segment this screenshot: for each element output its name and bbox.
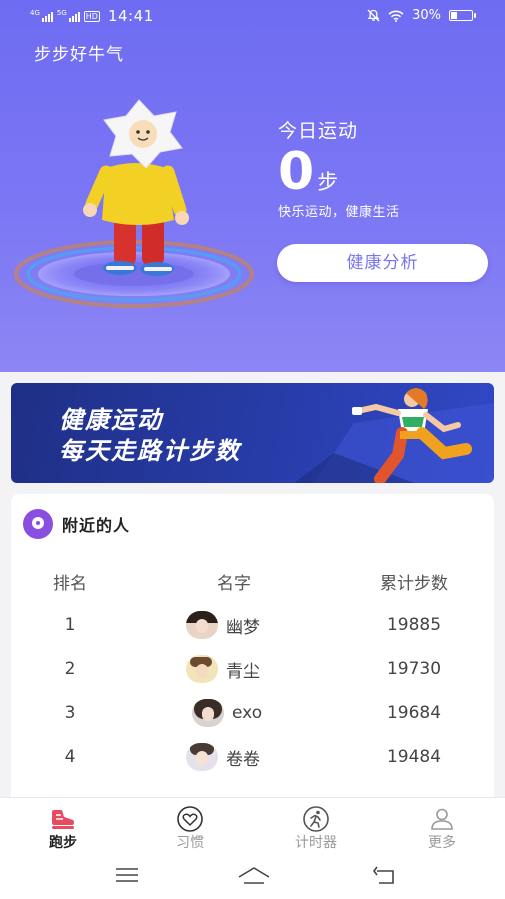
status-bar: 4G 5G HD 14:41 30% <box>0 0 505 34</box>
nearby-header: 附近的人 <box>23 509 130 539</box>
user-name: 卷卷 <box>226 749 260 770</box>
leaderboard-header: 排名 名字 累计步数 <box>11 569 494 594</box>
tab-more[interactable]: 更多 <box>397 806 487 852</box>
banner-line-2: 每天走路计步数 <box>59 437 241 465</box>
battery-icon <box>449 10 476 21</box>
steps-count: 0 <box>278 142 315 202</box>
today-steps: 0 步 <box>278 142 338 202</box>
avatar <box>192 699 224 727</box>
wifi-icon <box>388 10 404 22</box>
banner-line-1: 健康运动 <box>59 406 163 434</box>
rank-header: 排名 <box>53 574 87 594</box>
tab-label: 跑步 <box>49 835 77 851</box>
signal-5g-icon: 5G <box>57 10 80 22</box>
rank-cell: 1 <box>64 615 76 635</box>
tab-label: 更多 <box>428 835 456 851</box>
mute-icon <box>367 9 380 22</box>
user-name: 幽梦 <box>226 617 260 638</box>
tab-timer[interactable]: 计时器 <box>271 806 361 852</box>
total-steps-header: 累计步数 <box>380 574 448 594</box>
runner-illustration <box>294 388 494 483</box>
banner-text: 健康运动 每天走路计步数 <box>59 405 241 467</box>
bottom-tab-bar: 跑步 习惯 计时器 更多 <box>0 797 505 853</box>
avatar <box>186 611 218 639</box>
tab-label: 计时器 <box>295 835 337 851</box>
home-icon[interactable] <box>237 865 271 887</box>
name-header: 名字 <box>217 574 251 594</box>
hero-slogan: 快乐运动，健康生活 <box>278 205 400 220</box>
back-icon[interactable] <box>371 865 399 887</box>
nearby-title: 附近的人 <box>62 516 131 535</box>
user-name: exo <box>232 703 263 723</box>
signal-4g-icon: 4G <box>30 10 53 22</box>
runner-icon <box>303 806 329 832</box>
tab-label: 习惯 <box>176 835 204 851</box>
nearby-people-card: 附近的人 排名 名字 累计步数 1 幽梦 19885 2 青尘 19730 3 <box>11 494 494 814</box>
table-row[interactable]: 2 青尘 19730 <box>11 655 494 685</box>
steps-cell: 19684 <box>386 703 442 723</box>
battery-percent: 30% <box>412 8 441 23</box>
hd-badge: HD <box>83 10 100 22</box>
location-pin-icon <box>23 509 53 539</box>
avatar <box>186 743 218 771</box>
steps-unit: 步 <box>317 170 339 194</box>
health-analysis-button[interactable]: 健康分析 <box>277 244 488 282</box>
user-name: 青尘 <box>226 661 260 682</box>
avatar <box>186 655 218 683</box>
menu-icon[interactable] <box>114 865 140 885</box>
today-exercise-label: 今日运动 <box>278 120 359 142</box>
tab-habits[interactable]: 习惯 <box>145 806 235 852</box>
rank-cell: 2 <box>64 659 76 679</box>
running-shoe-icon <box>52 810 74 829</box>
promo-banner[interactable]: 健康运动 每天走路计步数 <box>11 383 494 483</box>
hero-header: 4G 5G HD 14:41 30% 步步好牛气 今日运动 0 步 快乐运动，健… <box>0 0 505 372</box>
tab-running[interactable]: 跑步 <box>18 806 108 852</box>
heart-icon <box>177 806 203 832</box>
table-row[interactable]: 1 幽梦 19885 <box>11 611 494 641</box>
table-row[interactable]: 3 exo 19684 <box>11 699 494 729</box>
person-icon <box>431 808 453 830</box>
mascot-illustration <box>14 99 254 308</box>
steps-cell: 19484 <box>386 747 442 767</box>
rank-cell: 3 <box>64 703 76 723</box>
rank-cell: 4 <box>64 747 76 767</box>
app-title: 步步好牛气 <box>34 45 124 65</box>
system-navigation-bar <box>0 853 505 899</box>
steps-cell: 19885 <box>386 615 442 635</box>
steps-cell: 19730 <box>386 659 442 679</box>
status-time: 14:41 <box>107 7 154 25</box>
table-row[interactable]: 4 卷卷 19484 <box>11 743 494 773</box>
